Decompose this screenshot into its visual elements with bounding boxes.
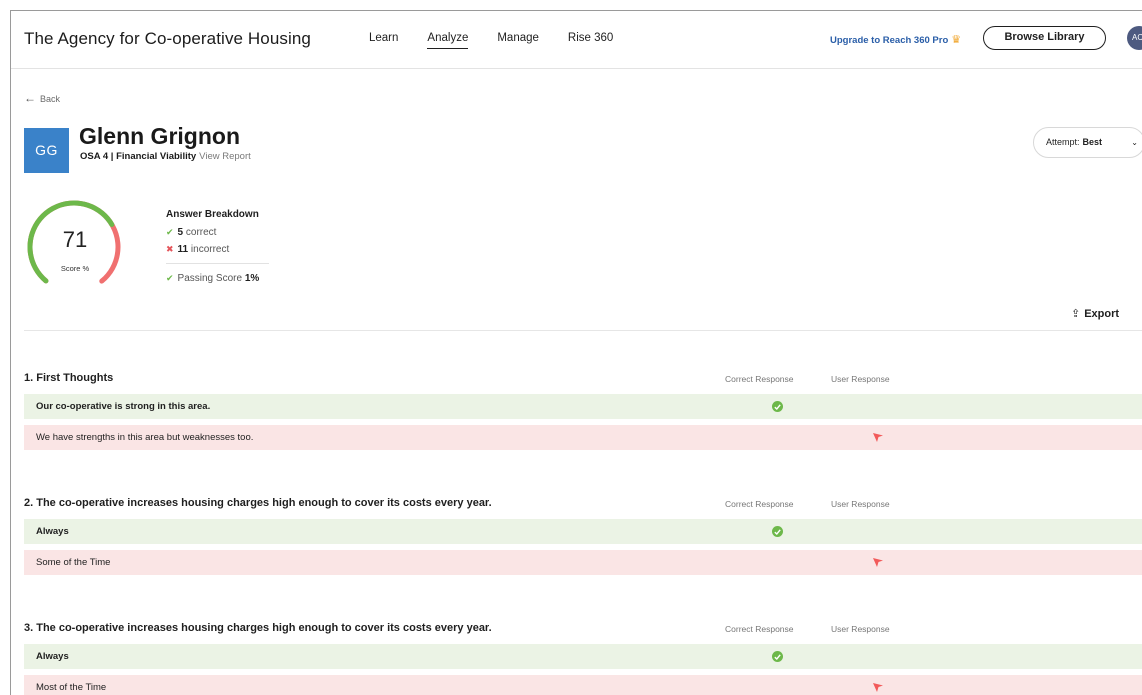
export-button[interactable]: ⇪ Export <box>1071 307 1119 320</box>
passing-score-row: ✔ Passing Score 1% <box>166 273 259 284</box>
answer-text: Always <box>36 526 69 537</box>
cursor-pointer-icon <box>873 433 883 442</box>
passing-value: 1% <box>244 273 260 284</box>
incorrect-label: incorrect <box>190 244 230 255</box>
answer-row-correct: Always <box>24 644 1142 669</box>
question-title: 2. The co-operative increases housing ch… <box>24 497 492 509</box>
check-icon: ✔ <box>166 227 174 237</box>
app-window: The Agency for Co-operative Housing Lear… <box>10 10 1142 695</box>
arrow-left-icon: ← <box>24 91 36 105</box>
upgrade-link[interactable]: Upgrade to Reach 360 Pro ♛ <box>830 33 961 46</box>
course-name: OSA 4 | Financial Viability <box>80 151 197 162</box>
answer-text: Some of the Time <box>36 557 111 568</box>
incorrect-count-row: ✖ 11 incorrect <box>166 244 229 255</box>
user-avatar[interactable]: AC <box>1127 26 1142 50</box>
attempt-dropdown[interactable]: Attempt: Best ⌄ <box>1033 127 1142 158</box>
answer-row-user: Some of the Time <box>24 550 1142 575</box>
nav-manage[interactable]: Manage <box>497 32 539 49</box>
nav-rise-360[interactable]: Rise 360 <box>568 32 613 49</box>
learner-avatar: GG <box>24 128 69 173</box>
cursor-pointer-icon <box>873 683 883 692</box>
course-subline: OSA 4 | Financial Viability View Report <box>80 151 251 162</box>
answer-breakdown-title: Answer Breakdown <box>166 209 259 220</box>
chevron-down-icon: ⌄ <box>1131 138 1138 147</box>
cursor-pointer-icon <box>873 558 883 567</box>
answer-row-correct: Always <box>24 519 1142 544</box>
back-link[interactable]: ← Back <box>24 91 60 105</box>
answer-row-user: We have strengths in this area but weakn… <box>24 425 1142 450</box>
correct-count: 5 <box>177 227 184 238</box>
main-nav: Learn Analyze Manage Rise 360 <box>369 32 642 49</box>
attempt-value: Best <box>1082 137 1103 147</box>
view-report-link[interactable]: View Report <box>199 151 251 162</box>
passing-label: Passing Score <box>177 273 243 284</box>
brand-title: The Agency for Co-operative Housing <box>24 29 311 48</box>
user-response-header: User Response <box>831 499 890 509</box>
correct-response-header: Correct Response <box>725 624 794 634</box>
answer-text: We have strengths in this area but weakn… <box>36 432 254 443</box>
back-label: Back <box>40 94 61 104</box>
check-circle-icon <box>772 526 783 537</box>
divider <box>166 263 269 264</box>
nav-learn[interactable]: Learn <box>369 32 398 49</box>
browse-library-button[interactable]: Browse Library <box>983 26 1106 50</box>
score-value: 71 <box>62 227 88 252</box>
check-circle-icon <box>772 651 783 662</box>
nav-analyze[interactable]: Analyze <box>427 32 469 49</box>
correct-count-row: ✔ 5 correct <box>166 227 216 238</box>
export-label: Export <box>1084 308 1120 320</box>
answer-text: Always <box>36 651 69 662</box>
correct-response-header: Correct Response <box>725 499 794 509</box>
incorrect-count: 11 <box>177 244 189 255</box>
correct-label: correct <box>185 227 217 238</box>
check-icon: ✔ <box>166 273 174 283</box>
answer-row-correct: Our co-operative is strong in this area. <box>24 394 1142 419</box>
answer-text: Our co-operative is strong in this area. <box>36 401 211 412</box>
answer-text: Most of the Time <box>36 682 107 693</box>
question-title: 3. The co-operative increases housing ch… <box>24 622 492 634</box>
attempt-label: Attempt: <box>1046 137 1080 147</box>
upgrade-label: Upgrade to Reach 360 Pro <box>830 35 949 46</box>
user-response-header: User Response <box>831 374 890 384</box>
cross-icon: ✖ <box>166 244 174 254</box>
user-response-header: User Response <box>831 624 890 634</box>
crown-icon: ♛ <box>951 34 962 46</box>
check-circle-icon <box>772 401 783 412</box>
learner-name: Glenn Grignon <box>79 123 240 149</box>
answer-row-user: Most of the Time <box>24 675 1142 695</box>
correct-response-header: Correct Response <box>725 374 794 384</box>
top-navigation-bar: The Agency for Co-operative Housing Lear… <box>11 11 1142 69</box>
upload-icon: ⇪ <box>1071 308 1081 320</box>
score-label: Score % <box>60 264 90 273</box>
section-divider <box>24 330 1142 331</box>
question-title: 1. First Thoughts <box>24 372 114 384</box>
